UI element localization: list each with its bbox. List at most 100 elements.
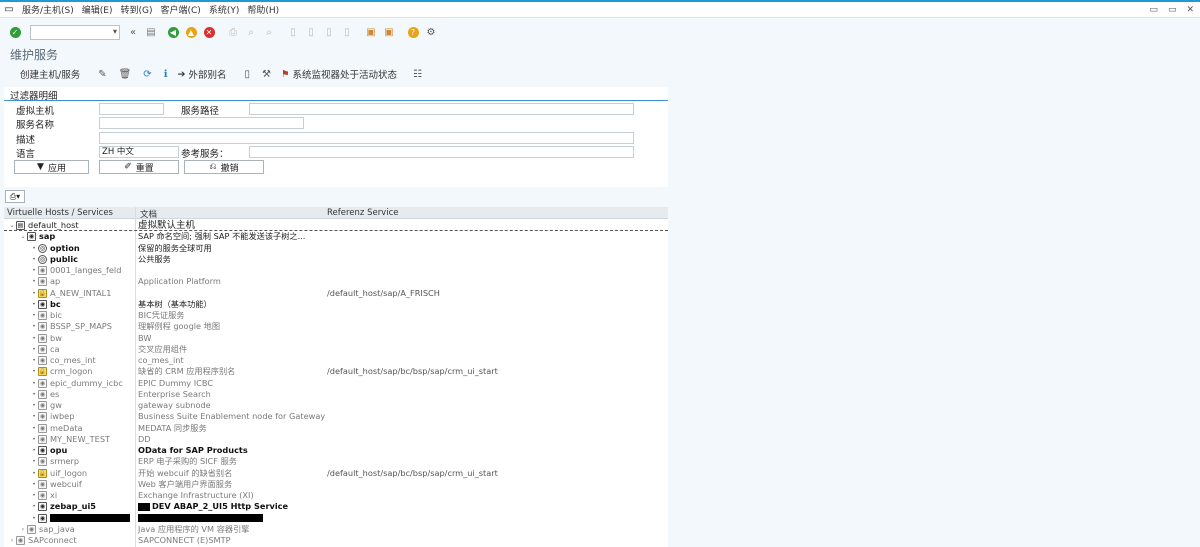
document-icon[interactable]: ▯ (244, 69, 250, 80)
tree-node[interactable]: • ◉ (30, 513, 130, 524)
tree-row[interactable]: • ◉ 0001_langes_feld (4, 265, 668, 276)
tree-node[interactable]: › ◉ sap_java (19, 524, 75, 535)
leaf-bullet-icon[interactable]: • (30, 389, 38, 400)
save-icon[interactable]: ▤ (144, 25, 158, 39)
leaf-bullet-icon[interactable]: • (30, 299, 38, 310)
leaf-bullet-icon[interactable]: • (30, 501, 38, 512)
tree-row[interactable]: • ◉ bc 基本树（基本功能） (4, 299, 668, 310)
tree-node[interactable]: • ◉ ap (30, 276, 60, 287)
leaf-bullet-icon[interactable]: • (30, 310, 38, 321)
tree-node[interactable]: • ◉ webcuif (30, 479, 82, 490)
tree-row[interactable]: • ◉ zebap_ui5 DEV ABAP_2_UI5 Http Service (4, 501, 668, 512)
menu-services[interactable]: 服务/主机(S) (22, 3, 74, 16)
tree-node[interactable]: • ◉ ca (30, 344, 60, 355)
header-reference-service[interactable]: Referenz Service (327, 208, 398, 218)
leaf-bullet-icon[interactable]: • (30, 333, 38, 344)
tree-node[interactable]: • ◉ opu (30, 445, 67, 456)
command-field[interactable]: ▾ (30, 24, 120, 40)
leaf-bullet-icon[interactable]: • (30, 468, 38, 479)
next-page-icon[interactable]: ▯ (322, 25, 336, 39)
leaf-bullet-icon[interactable]: • (30, 456, 38, 467)
hierarchy-icon[interactable]: ☷ (413, 69, 422, 80)
leaf-bullet-icon[interactable]: • (30, 366, 38, 377)
tree-row[interactable]: • ◉ bic BIC凭证服务 (4, 310, 668, 321)
tree-row[interactable]: • ◉ iwbep Business Suite Enablement node fo… (4, 411, 668, 422)
menu-client[interactable]: 客户端(C) (161, 3, 201, 16)
leaf-bullet-icon[interactable]: • (30, 344, 38, 355)
tree-row[interactable]: • 🔒 crm_logon 缺省的 CRM 应用程序别名/default_host/s… (4, 366, 668, 377)
tree-node[interactable]: • ◉ bw (30, 333, 62, 344)
back-icon[interactable]: ◀ (166, 25, 180, 39)
tree-print-button[interactable]: ⎙▾ (5, 190, 25, 203)
exit-icon[interactable]: ▲ (184, 25, 198, 39)
menu-system-icon[interactable]: ▭ (4, 3, 14, 17)
tree-node[interactable]: • ◉ bic (30, 310, 62, 321)
print-icon[interactable]: ⎙ (226, 25, 240, 39)
close-window-icon[interactable]: ✕ (1186, 5, 1194, 15)
tree-row[interactable]: • ◉ MY_NEW_TEST DD (4, 434, 668, 445)
tree-row[interactable]: • ◉ srmerp ERP 电子采购的 SICF 服务 (4, 456, 668, 467)
tree-node[interactable]: • ◉ srmerp (30, 456, 79, 467)
shortcut-icon[interactable]: ▣ (382, 25, 396, 39)
service-name-input[interactable] (99, 117, 304, 129)
delete-icon[interactable]: 🗑 (119, 69, 132, 80)
leaf-bullet-icon[interactable]: • (30, 411, 38, 422)
leaf-bullet-icon[interactable]: • (30, 490, 38, 501)
service-path-input[interactable] (249, 103, 634, 115)
tree-node[interactable]: • ◎ public (30, 254, 78, 265)
tree-row[interactable]: › ◉ SAPconnect SAPCONNECT (E)SMTP (4, 535, 668, 546)
leaf-bullet-icon[interactable]: • (30, 288, 38, 299)
virtual-host-input[interactable] (99, 103, 164, 115)
header-virtual-hosts[interactable]: Virtuelle Hosts / Services (7, 208, 113, 218)
tree-node[interactable]: • 🔒 uif_logon (30, 468, 87, 479)
tree-node[interactable]: • 🔒 crm_logon (30, 366, 92, 377)
tree-row[interactable]: • ◉ meData MEDATA 同步服务 (4, 423, 668, 434)
system-monitor-button[interactable]: ⚑ 系统监视器处于活动状态 (281, 67, 397, 82)
leaf-bullet-icon[interactable]: • (30, 378, 38, 389)
tools-icon[interactable]: ⚒ (262, 69, 271, 80)
leaf-bullet-icon[interactable]: • (30, 434, 38, 445)
tree-node[interactable]: • ◉ meData (30, 423, 83, 434)
tree-node[interactable]: • ◉ co_mes_int (30, 355, 96, 366)
enter-check-icon[interactable]: ✓ (8, 25, 22, 39)
leaf-bullet-icon[interactable]: • (30, 254, 38, 265)
leaf-bullet-icon[interactable]: • (30, 243, 38, 254)
tree-row[interactable]: • ◉ ap Application Platform (4, 276, 668, 287)
settings-gear-icon[interactable]: ⚙ (424, 25, 438, 39)
leaf-bullet-icon[interactable]: • (30, 445, 38, 456)
tree-row[interactable]: • ◉ co_mes_int co_mes_int (4, 355, 668, 366)
tree-row[interactable]: • ◉ ca 交叉应用组件 (4, 344, 668, 355)
leaf-bullet-icon[interactable]: • (30, 513, 38, 524)
tree-node[interactable]: • ◉ bc (30, 299, 61, 310)
menu-goto[interactable]: 转到(G) (121, 3, 153, 16)
tree-node[interactable]: • ◉ 0001_langes_feld (30, 265, 121, 276)
last-page-icon[interactable]: ▯ (340, 25, 354, 39)
find-icon[interactable]: ⌕ (244, 25, 258, 39)
expand-arrow-icon[interactable]: › (19, 524, 27, 535)
leaf-bullet-icon[interactable]: • (30, 265, 38, 276)
leaf-bullet-icon[interactable]: • (30, 355, 38, 366)
first-page-icon[interactable]: ▯ (286, 25, 300, 39)
minimize-icon[interactable]: ▭ (1149, 5, 1158, 15)
tree-node[interactable]: • ◎ option (30, 243, 80, 254)
tree-row[interactable]: • ◉ es Enterprise Search (4, 389, 668, 400)
create-host-service-button[interactable]: 创建主机/服务 (20, 67, 80, 81)
tree-row[interactable]: • 🔒 uif_logon 开始 webcuif 的缺省别名/default_host… (4, 468, 668, 479)
menu-edit[interactable]: 编辑(E) (82, 3, 113, 16)
cancel-filter-button[interactable]: ⎌ 撤销 (184, 160, 264, 174)
leaf-bullet-icon[interactable]: • (30, 321, 38, 332)
tree-node[interactable]: ⌄ ◉ sap (19, 231, 55, 242)
tree-row[interactable]: • ◉ BSSP_SP_MAPS 理解例程 google 地图 (4, 321, 668, 332)
tree-row[interactable]: • ◉ xi Exchange Infrastructure (XI) (4, 490, 668, 501)
find-next-icon[interactable]: ⌕ (262, 25, 276, 39)
double-chevron-left-icon[interactable]: « (126, 25, 140, 39)
reference-service-input[interactable] (249, 146, 634, 158)
tree-row[interactable]: • ◉ bw BW (4, 333, 668, 344)
tree-row[interactable]: • ◉ (4, 513, 668, 524)
tree-node[interactable]: • ◉ zebap_ui5 (30, 501, 96, 512)
tree-row[interactable]: • ◉ epic_dummy_icbc EPIC Dummy ICBC (4, 378, 668, 389)
external-alias-button[interactable]: ➔ 外部别名 (178, 67, 227, 82)
tree-node[interactable]: • ◉ iwbep (30, 411, 74, 422)
tree-row[interactable]: • ◎ option 保留的服务全球可用 (4, 243, 668, 254)
header-documentation[interactable]: 文档 (140, 208, 157, 220)
